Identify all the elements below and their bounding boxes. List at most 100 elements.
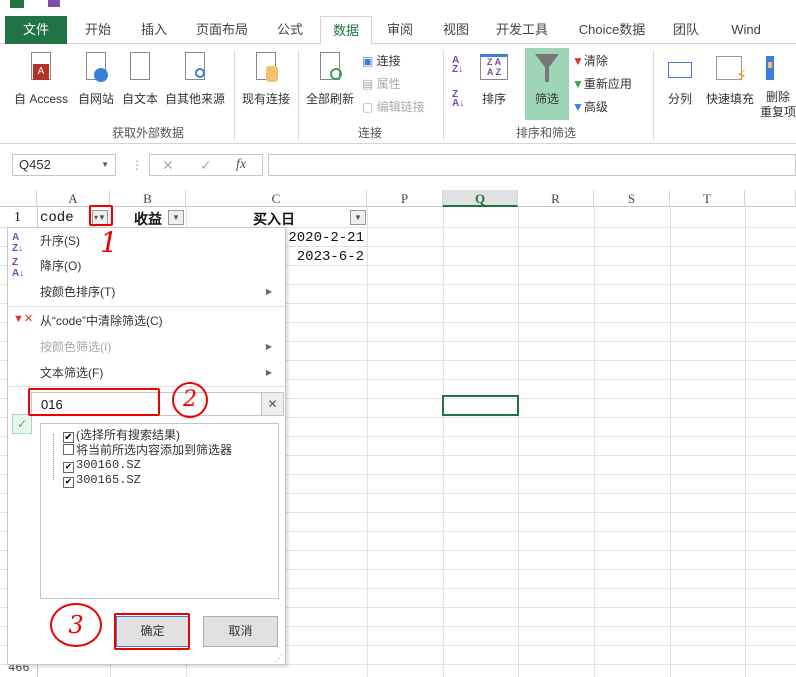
tab-developer[interactable]: 开发工具 bbox=[492, 16, 552, 44]
column-header-t[interactable]: T bbox=[670, 190, 745, 207]
filter-value-list[interactable]: ✔ (选择所有搜索结果) 将当前所选内容添加到筛选器 ✔ 300160.SZ ✔ 30… bbox=[40, 423, 279, 599]
drag-handle-icon[interactable]: ⋮ bbox=[131, 158, 143, 172]
text-to-columns-icon bbox=[666, 52, 694, 86]
column-header-b[interactable]: B bbox=[110, 190, 186, 207]
web-icon bbox=[82, 52, 110, 86]
checkbox-checked-icon[interactable]: ✔ bbox=[63, 432, 74, 443]
tab-wind[interactable]: Wind bbox=[726, 16, 766, 44]
annotation-number-3: 3 bbox=[50, 603, 102, 647]
submenu-arrow-icon: ▶ bbox=[265, 287, 272, 296]
edit-links-icon: ▢ bbox=[362, 100, 377, 114]
column-header-p[interactable]: P bbox=[367, 190, 443, 207]
column-header-s[interactable]: S bbox=[594, 190, 670, 207]
column-header-r[interactable]: R bbox=[518, 190, 594, 207]
formula-input[interactable] bbox=[268, 154, 796, 176]
formula-bar: Q452 ▼ ⋮ ✕ ✓ fx bbox=[0, 150, 796, 182]
connections-icon: ▣ bbox=[362, 54, 377, 68]
checkbox-checked-icon[interactable]: ✔ bbox=[63, 462, 74, 473]
filter-dropdown-icon[interactable]: ▼ bbox=[350, 210, 366, 225]
header-cell-buy-date[interactable]: 买入日 bbox=[253, 209, 295, 229]
column-header-c[interactable]: C bbox=[186, 190, 367, 207]
text-to-columns-button[interactable]: 分列 bbox=[660, 52, 700, 107]
group-label-connections: 连接 bbox=[358, 126, 383, 140]
refresh-icon bbox=[316, 52, 344, 86]
filter-dropdown-panel: A Z↓ 升序(S) Z A↓ 降序(O) 按颜色排序(T) ▶ ▼✕ 从“code”… bbox=[7, 227, 286, 665]
list-item-select-all-results[interactable]: ✔ (选择所有搜索结果) bbox=[63, 428, 180, 443]
cell-c3[interactable]: 2023-6-2 bbox=[297, 249, 364, 265]
header-cell-return[interactable]: 收益 bbox=[134, 209, 162, 229]
edit-links-button[interactable]: ▢ 编辑链接 bbox=[362, 98, 425, 115]
refresh-all-button[interactable]: 全部刷新 bbox=[302, 52, 358, 107]
column-header-q[interactable]: Q bbox=[443, 190, 518, 207]
sort-ascending-icon: A Z↓ bbox=[12, 232, 24, 254]
sort-descending-icon[interactable]: Z A↓ bbox=[452, 90, 464, 109]
header-cell-code[interactable]: code bbox=[40, 210, 74, 226]
tab-home[interactable]: 开始 bbox=[80, 16, 116, 44]
reapply-button[interactable]: ▼重新应用 bbox=[572, 75, 632, 92]
from-other-sources-button[interactable]: 自其他来源 bbox=[162, 52, 228, 107]
checkbox-checked-icon[interactable]: ✔ bbox=[63, 477, 74, 488]
connections-button[interactable]: ▣ 连接 bbox=[362, 52, 401, 69]
tab-choice[interactable]: Choice数据 bbox=[574, 16, 650, 44]
menu-clear-filter[interactable]: 从“code”中清除筛选(C) bbox=[40, 310, 163, 332]
select-all-corner[interactable] bbox=[0, 190, 37, 207]
filter-button[interactable]: 筛选 bbox=[525, 48, 569, 120]
clear-search-icon[interactable]: ✕ bbox=[261, 393, 283, 415]
ribbon-tabs: 文件 开始 插入 页面布局 公式 数据 审阅 视图 开发工具 Choice数据 … bbox=[0, 16, 796, 45]
tab-data[interactable]: 数据 bbox=[320, 16, 372, 45]
properties-button[interactable]: ▤ 属性 bbox=[362, 75, 401, 92]
tab-insert[interactable]: 插入 bbox=[136, 16, 172, 44]
list-item-value[interactable]: ✔ 300160.SZ bbox=[63, 458, 141, 473]
clear-filter-icon: ▼ bbox=[572, 54, 584, 68]
tab-review[interactable]: 审阅 bbox=[382, 16, 418, 44]
from-access-button[interactable]: A自 Access bbox=[10, 52, 72, 107]
menu-sort-ascending[interactable]: 升序(S) bbox=[40, 230, 80, 252]
group-label-get-external: 获取外部数据 bbox=[112, 126, 185, 140]
enter-icon[interactable]: ✓ bbox=[200, 155, 212, 175]
column-header-u[interactable] bbox=[745, 190, 796, 207]
sort-ascending-icon[interactable]: A Z↓ bbox=[452, 56, 463, 75]
tab-file[interactable]: 文件 bbox=[5, 16, 67, 44]
existing-connections-icon bbox=[252, 52, 280, 86]
resize-grip-icon[interactable]: ⋰ bbox=[275, 654, 283, 663]
tab-team[interactable]: 团队 bbox=[668, 16, 704, 44]
list-item-value[interactable]: ✔ 300165.SZ bbox=[63, 473, 141, 488]
list-item-add-to-filter[interactable]: 将当前所选内容添加到筛选器 bbox=[63, 443, 232, 458]
group-label-sort-filter: 排序和筛选 bbox=[516, 126, 577, 140]
menu-sort-by-color[interactable]: 按颜色排序(T) ▶ bbox=[40, 281, 280, 303]
from-web-button[interactable]: 自网站 bbox=[74, 52, 118, 107]
selected-cell-q452[interactable] bbox=[442, 395, 519, 416]
annotation-box-filter-button bbox=[89, 205, 113, 226]
from-text-button[interactable]: 自文本 bbox=[118, 52, 162, 107]
advanced-button[interactable]: ▼高级 bbox=[572, 98, 608, 115]
chevron-down-icon: ▼ bbox=[101, 160, 109, 169]
cancel-icon[interactable]: ✕ bbox=[162, 155, 174, 175]
insert-function-icon[interactable]: fx bbox=[236, 155, 246, 175]
remove-duplicates-button[interactable]: 删除 重复项 bbox=[760, 52, 796, 120]
save-icon[interactable] bbox=[48, 0, 60, 7]
annotation-box-search bbox=[28, 388, 160, 416]
row-header-1[interactable]: 1 bbox=[14, 210, 21, 226]
sort-descending-icon: Z A↓ bbox=[12, 257, 25, 279]
flash-fill-icon: ⚡ bbox=[716, 52, 747, 86]
annotation-number-1: 1 bbox=[100, 226, 118, 259]
tab-view[interactable]: 视图 bbox=[438, 16, 474, 44]
clear-filter-button[interactable]: ▼清除 bbox=[572, 52, 608, 69]
filter-dropdown-icon[interactable]: ▼ bbox=[168, 210, 184, 225]
tab-formulas[interactable]: 公式 bbox=[272, 16, 308, 44]
sort-button[interactable]: Z AA Z 排序 bbox=[474, 52, 514, 107]
tab-page-layout[interactable]: 页面布局 bbox=[192, 16, 252, 44]
existing-connections-button[interactable]: 现有连接 bbox=[238, 52, 294, 107]
checkbox-unchecked-icon[interactable] bbox=[63, 444, 74, 455]
flash-fill-button[interactable]: ⚡ 快速填充 bbox=[702, 52, 758, 107]
menu-filter-by-color[interactable]: 按颜色筛选(I) ▶ bbox=[40, 336, 280, 358]
name-box[interactable]: Q452 ▼ bbox=[12, 154, 116, 176]
submenu-arrow-icon: ▶ bbox=[265, 342, 272, 351]
text-file-icon bbox=[126, 52, 154, 86]
clear-filter-icon: ▼✕ bbox=[13, 313, 34, 325]
cell-c2[interactable]: 2020-2-21 bbox=[288, 230, 364, 246]
menu-text-filters[interactable]: 文本筛选(F) ▶ bbox=[40, 362, 280, 384]
cancel-button[interactable]: 取消 bbox=[203, 616, 278, 647]
sort-icon: Z AA Z bbox=[480, 52, 508, 86]
menu-sort-descending[interactable]: 降序(O) bbox=[40, 255, 81, 277]
